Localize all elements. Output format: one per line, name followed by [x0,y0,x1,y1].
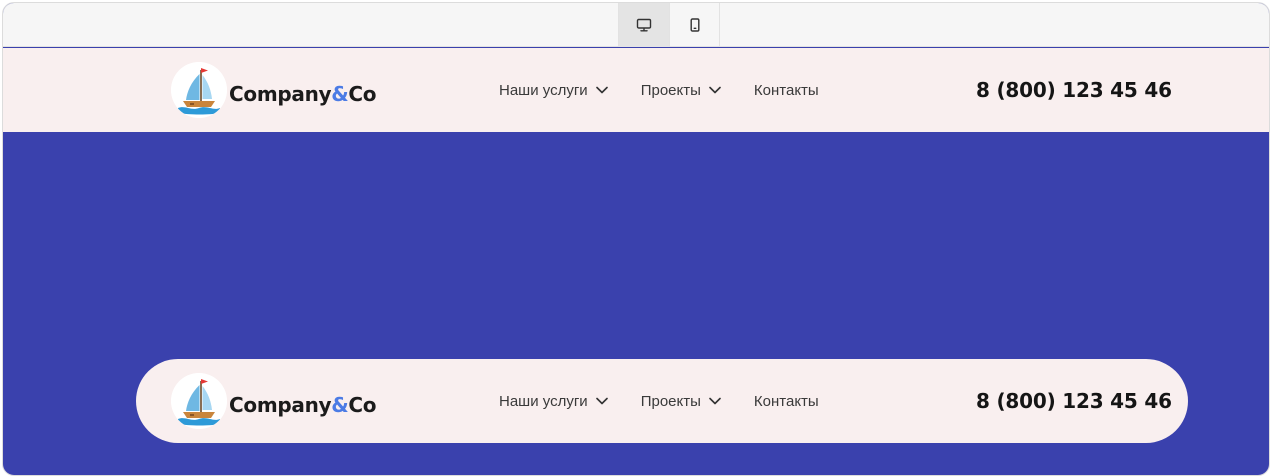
nav-services-label: Наши услуги [499,81,588,99]
logo-link[interactable]: Company&Co [171,62,377,118]
preview-frame: Company&Co Наши услуги Проекты Контакты … [2,2,1270,476]
header-pill: Company&Co Наши услуги Проекты Контакты … [136,359,1188,443]
sailboat-logo-icon [171,62,227,118]
nav-projects[interactable]: Проекты [641,82,721,99]
nav-projects-label: Проекты [640,392,701,410]
brand-name: Company&Co [229,82,377,106]
device-toolbar [3,3,1269,47]
sailboat-logo-icon [171,373,227,429]
desktop-view-button[interactable] [619,3,669,47]
device-switch [618,3,720,47]
nav-contacts[interactable]: Контакты [754,82,819,99]
nav-services-label: Наши услуги [499,392,588,410]
main-nav: Наши услуги Проекты Контакты [499,359,852,443]
mobile-icon [690,18,699,32]
mobile-view-button[interactable] [669,3,719,47]
nav-contacts-label: Контакты [753,392,819,410]
phone-link[interactable]: 8 (800) 123 45 46 [976,48,1172,132]
nav-projects-label: Проекты [640,81,701,99]
nav-services[interactable]: Наши услуги [499,393,608,410]
chevron-down-icon [709,397,721,405]
brand-ampersand: & [331,82,349,106]
phone-link[interactable]: 8 (800) 123 45 46 [976,359,1172,443]
brand-ampersand: & [331,393,349,417]
logo-link[interactable]: Company&Co [171,373,377,429]
nav-services[interactable]: Наши услуги [499,82,608,99]
chevron-down-icon [595,86,608,94]
nav-contacts-label: Контакты [753,81,819,99]
chevron-down-icon [709,86,721,94]
desktop-icon [636,18,652,32]
header-full-width: Company&Co Наши услуги Проекты Контакты … [3,48,1269,132]
main-nav: Наши услуги Проекты Контакты [499,48,852,132]
chevron-down-icon [595,397,608,405]
nav-projects[interactable]: Проекты [641,393,721,410]
nav-contacts[interactable]: Контакты [754,393,819,410]
brand-name: Company&Co [229,393,377,417]
